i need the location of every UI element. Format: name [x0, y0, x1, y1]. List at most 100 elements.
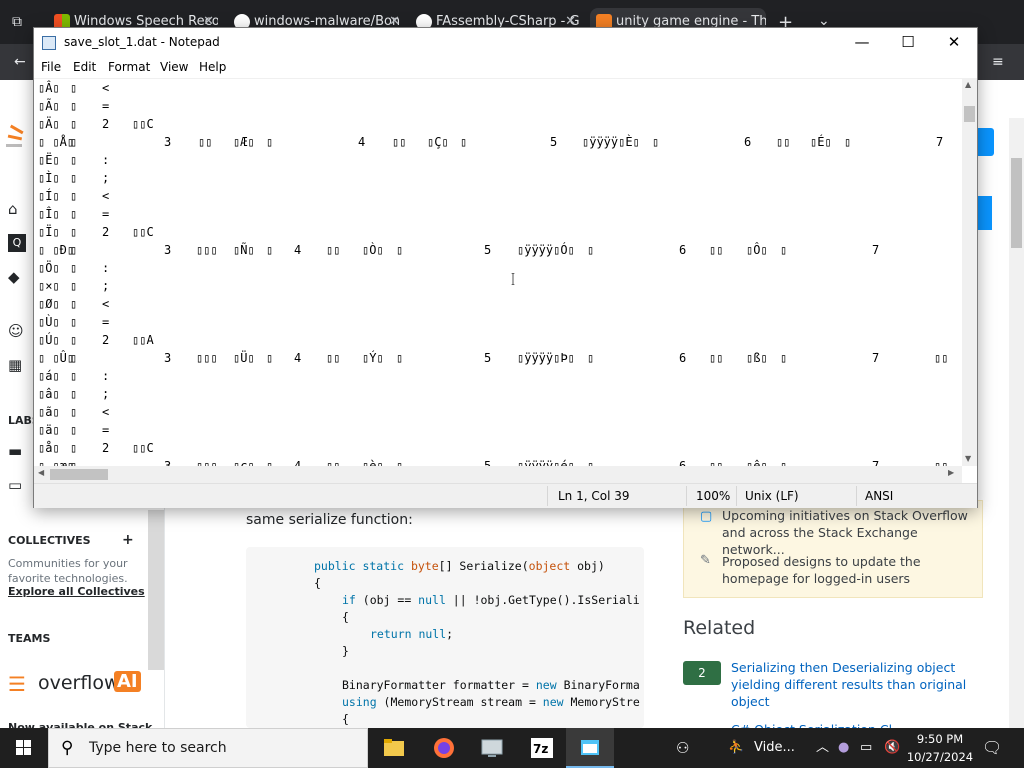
- text-line: ▯Í▯ ▯ <: [34, 187, 962, 205]
- text-token: 3: [164, 459, 172, 466]
- stackoverflow-logo[interactable]: [0, 122, 34, 156]
- text-token: ▯Ç▯: [427, 135, 449, 149]
- start-button[interactable]: [0, 728, 48, 768]
- related-question-link[interactable]: Serializing then Deserializing object yi…: [731, 659, 971, 710]
- meta-item-link[interactable]: Proposed designs to update the homepage …: [722, 553, 972, 587]
- notepad-app-icon: [42, 36, 56, 50]
- explore-collectives-link[interactable]: Explore all Collectives: [8, 585, 145, 598]
- video-tray-label[interactable]: Vide...: [754, 728, 795, 768]
- text-token: :: [102, 369, 110, 383]
- ask-question-button[interactable]: [978, 196, 992, 230]
- text-token: 5: [484, 243, 492, 257]
- text-line: ▯Ä▯ ▯ 2 ▯▯C: [34, 115, 962, 133]
- menu-help[interactable]: Help: [199, 60, 226, 74]
- text-token: ▯▯: [198, 135, 213, 149]
- text-token: ▯▯: [776, 135, 791, 149]
- text-token: <: [102, 297, 110, 311]
- notepad-title-bar[interactable]: save_slot_1.dat - Notepad — ☐ ✕: [34, 28, 977, 58]
- app-button[interactable]: [468, 728, 516, 768]
- maximize-button[interactable]: ☐: [885, 28, 931, 58]
- meta-item-link[interactable]: Upcoming initiatives on Stack Overflow a…: [722, 507, 972, 558]
- collectives-add-button[interactable]: +: [122, 532, 134, 548]
- file-explorer-button[interactable]: [370, 728, 418, 768]
- horizontal-scrollbar-thumb[interactable]: [50, 469, 108, 480]
- chat-icon[interactable]: ▭: [8, 476, 26, 494]
- text-token: ▯Î▯: [38, 207, 60, 221]
- text-token: ▯▯: [709, 459, 724, 466]
- scroll-down-icon[interactable]: ▼: [965, 454, 971, 463]
- text-line: ▯×▯ ▯;: [34, 277, 962, 295]
- menu-file[interactable]: File: [41, 60, 61, 74]
- text-token: 4: [358, 135, 366, 149]
- status-divider: [736, 486, 737, 506]
- browser-menu-icon[interactable]: ≡: [992, 54, 1004, 70]
- text-token: 7: [872, 351, 880, 365]
- show-hidden-icons-chevron[interactable]: ︿: [816, 728, 829, 768]
- text-token: ▯▯: [709, 243, 724, 257]
- 7zip-button[interactable]: 7z: [518, 728, 566, 768]
- remote-desktop-icon: [481, 739, 503, 757]
- notifications-icon[interactable]: 🗨: [982, 728, 1002, 768]
- text-token: ▯: [70, 207, 78, 221]
- vertical-scrollbar[interactable]: ▲ ▼: [962, 78, 977, 466]
- menu-view[interactable]: View: [160, 60, 188, 74]
- volume-muted-icon[interactable]: 🔇: [884, 728, 900, 768]
- text-token: ▯â▯: [38, 387, 60, 401]
- text-line: ▯Ë▯ ▯:: [34, 151, 962, 169]
- text-token: ▯: [70, 297, 78, 311]
- text-token: 4: [294, 351, 302, 365]
- text-token: ▯ä▯: [38, 423, 60, 437]
- horizontal-scrollbar[interactable]: ◀ ▶: [34, 466, 962, 483]
- scroll-right-icon[interactable]: ▶: [948, 468, 954, 477]
- text-token: ▯▯: [934, 459, 949, 466]
- network-icon[interactable]: ▭: [860, 728, 872, 768]
- clock[interactable]: 9:50 PM 10/27/2024: [900, 730, 980, 766]
- text-token: ▯: [652, 135, 660, 149]
- text-token: =: [102, 315, 110, 329]
- search-icon: ⚲: [61, 738, 74, 758]
- text-token: 4: [294, 459, 302, 466]
- scroll-left-icon[interactable]: ◀: [38, 468, 44, 477]
- text-token: ▯▯: [326, 351, 341, 365]
- vertical-scrollbar-thumb[interactable]: [964, 106, 975, 122]
- zoom-level: 100%: [696, 489, 731, 503]
- menu-edit[interactable]: Edit: [73, 60, 96, 74]
- text-token: ▯▯: [392, 135, 407, 149]
- questions-icon[interactable]: Q: [8, 234, 26, 252]
- discussions-icon[interactable]: ▬: [8, 442, 26, 460]
- minimize-button[interactable]: —: [839, 28, 885, 58]
- back-arrow-icon[interactable]: ←: [14, 54, 26, 70]
- notepad-taskbar-button[interactable]: [566, 728, 614, 768]
- notepad-window: save_slot_1.dat - Notepad — ☐ ✕ File Edi…: [33, 27, 978, 508]
- firefox-button[interactable]: [420, 728, 468, 768]
- text-token: 6: [679, 459, 687, 466]
- text-line: ▯Â▯ ▯ <: [34, 79, 962, 97]
- text-token: 3: [164, 351, 172, 365]
- chat-bubble-icon: ▢: [700, 509, 713, 524]
- nba-icon[interactable]: ⛹: [728, 728, 744, 768]
- companies-icon[interactable]: ▦: [8, 356, 26, 374]
- text-token: ▯▯▯: [196, 459, 218, 466]
- taskbar-search-box[interactable]: ⚲ Type here to search: [48, 728, 368, 768]
- page-scrollbar[interactable]: [1009, 118, 1024, 728]
- sidebar-scrollbar[interactable]: [148, 510, 164, 670]
- app-tray-icon[interactable]: ●: [838, 728, 849, 768]
- text-line: ▯ ▯Å▯ ▯ 3 ▯▯ ▯Æ▯ ▯ 4 ▯▯ ▯Ç▯ ▯ 5 ▯ÿÿÿÿ▯È▯ ▯ 6 ▯▯ ▯É▯ ▯ 7: [34, 133, 962, 151]
- tags-icon[interactable]: ◆: [8, 268, 26, 286]
- code-line: using (MemoryStream stream = new MemoryS…: [342, 695, 640, 709]
- menu-format[interactable]: Format: [108, 60, 150, 74]
- text-token: ▯å▯: [38, 441, 60, 455]
- page-scrollbar-thumb[interactable]: [1011, 158, 1022, 248]
- text-token: ▯: [70, 81, 78, 95]
- text-token: ▯è▯: [362, 459, 384, 466]
- people-icon[interactable]: ⚇: [676, 728, 689, 768]
- scroll-up-icon[interactable]: ▲: [965, 80, 971, 89]
- text-token: ▯: [70, 261, 78, 275]
- close-button[interactable]: ✕: [931, 28, 977, 58]
- users-icon[interactable]: ☺: [8, 322, 26, 340]
- text-token: ▯: [70, 423, 78, 437]
- text-token: ▯▯▯: [196, 243, 218, 257]
- text-editor-area[interactable]: ▯Â▯ ▯ < ▯Ã▯ ▯ = ▯Ä▯ ▯ 2 ▯▯C ▯ ▯Å▯ ▯ 3 ▯▯ ▯Æ▯ ▯ 4 ▯▯ ▯Ç▯ ▯ 5 ▯…: [34, 78, 962, 466]
- home-icon[interactable]: ⌂: [8, 200, 26, 218]
- tab-actions-icon[interactable]: ⧉: [12, 14, 22, 30]
